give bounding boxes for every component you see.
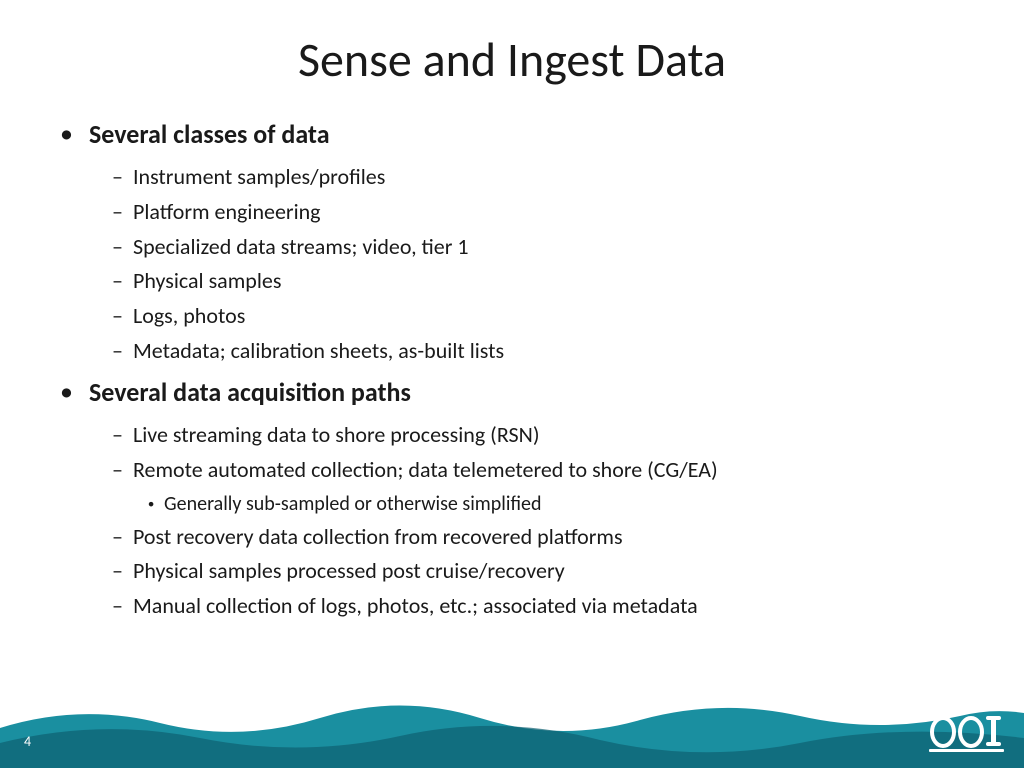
slide: Sense and Ingest Data • Several classes … (0, 0, 1024, 768)
dash: – (112, 162, 123, 193)
dash: – (112, 232, 123, 263)
dash: – (112, 591, 123, 622)
sub-item-1-2: – Platform engineering (112, 197, 964, 228)
sub-list-2: – Live streaming data to shore processin… (112, 420, 964, 622)
sub-item-2-1-text: Live streaming data to shore processing … (133, 420, 540, 451)
sub-list-1: – Instrument samples/profiles – Platform… (112, 162, 964, 367)
logo-area (929, 704, 1004, 762)
sub-item-2-2: – Remote automated collection; data tele… (112, 455, 964, 486)
ooi-logo (929, 704, 1004, 762)
sub-item-2-2-text: Remote automated collection; data teleme… (133, 455, 718, 486)
slide-content: Sense and Ingest Data • Several classes … (0, 0, 1024, 768)
main-bullet-1: • Several classes of data (60, 117, 964, 152)
sub-item-1-3-text: Specialized data streams; video, tier 1 (133, 232, 469, 263)
sub-item-1-4: – Physical samples (112, 266, 964, 297)
small-dot: ● (148, 497, 154, 511)
sub-item-1-2-text: Platform engineering (133, 197, 321, 228)
ooi-logo-svg (929, 704, 1004, 752)
content-area: • Several classes of data – Instrument s… (60, 117, 964, 622)
sub-sub-list-2-2: ● Generally sub-sampled or otherwise sim… (148, 490, 964, 518)
sub-item-2-3-text: Post recovery data collection from recov… (133, 522, 623, 553)
sub-item-1-1-text: Instrument samples/profiles (133, 162, 385, 193)
bottom-bar: 4 (0, 698, 1024, 768)
dash: – (112, 336, 123, 367)
sub-item-1-6-text: Metadata; calibration sheets, as-built l… (133, 336, 504, 367)
sub-item-1-6: – Metadata; calibration sheets, as-built… (112, 336, 964, 367)
slide-number: 4 (24, 733, 31, 750)
sub-item-1-4-text: Physical samples (133, 266, 281, 297)
sub-item-2-5-text: Manual collection of logs, photos, etc.;… (133, 591, 698, 622)
sub-item-2-1: – Live streaming data to shore processin… (112, 420, 964, 451)
sub-item-1-3: – Specialized data streams; video, tier … (112, 232, 964, 263)
sub-item-1-5: – Logs, photos (112, 301, 964, 332)
dash: – (112, 556, 123, 587)
bullet-dot-1: • (60, 117, 73, 151)
sub-item-2-3: – Post recovery data collection from rec… (112, 522, 964, 553)
sub-sub-item-2-2-1-text: Generally sub-sampled or otherwise simpl… (164, 490, 541, 518)
slide-title: Sense and Ingest Data (60, 30, 964, 89)
main-bullet-2: • Several data acquisition paths (60, 375, 964, 410)
dash: – (112, 266, 123, 297)
sub-item-2-5: – Manual collection of logs, photos, etc… (112, 591, 964, 622)
main-bullet-2-text: Several data acquisition paths (89, 375, 411, 410)
main-bullet-1-text: Several classes of data (89, 117, 330, 152)
sub-item-2-4-text: Physical samples processed post cruise/r… (133, 556, 565, 587)
sub-item-2-4: – Physical samples processed post cruise… (112, 556, 964, 587)
wave-svg (0, 698, 1024, 768)
dash: – (112, 522, 123, 553)
dash: – (112, 301, 123, 332)
bullet-dot-2: • (60, 375, 73, 409)
sub-sub-item-2-2-1: ● Generally sub-sampled or otherwise sim… (148, 490, 964, 518)
dash: – (112, 197, 123, 228)
sub-item-1-5-text: Logs, photos (133, 301, 245, 332)
dash: – (112, 455, 123, 486)
dash: – (112, 420, 123, 451)
sub-item-1-1: – Instrument samples/profiles (112, 162, 964, 193)
